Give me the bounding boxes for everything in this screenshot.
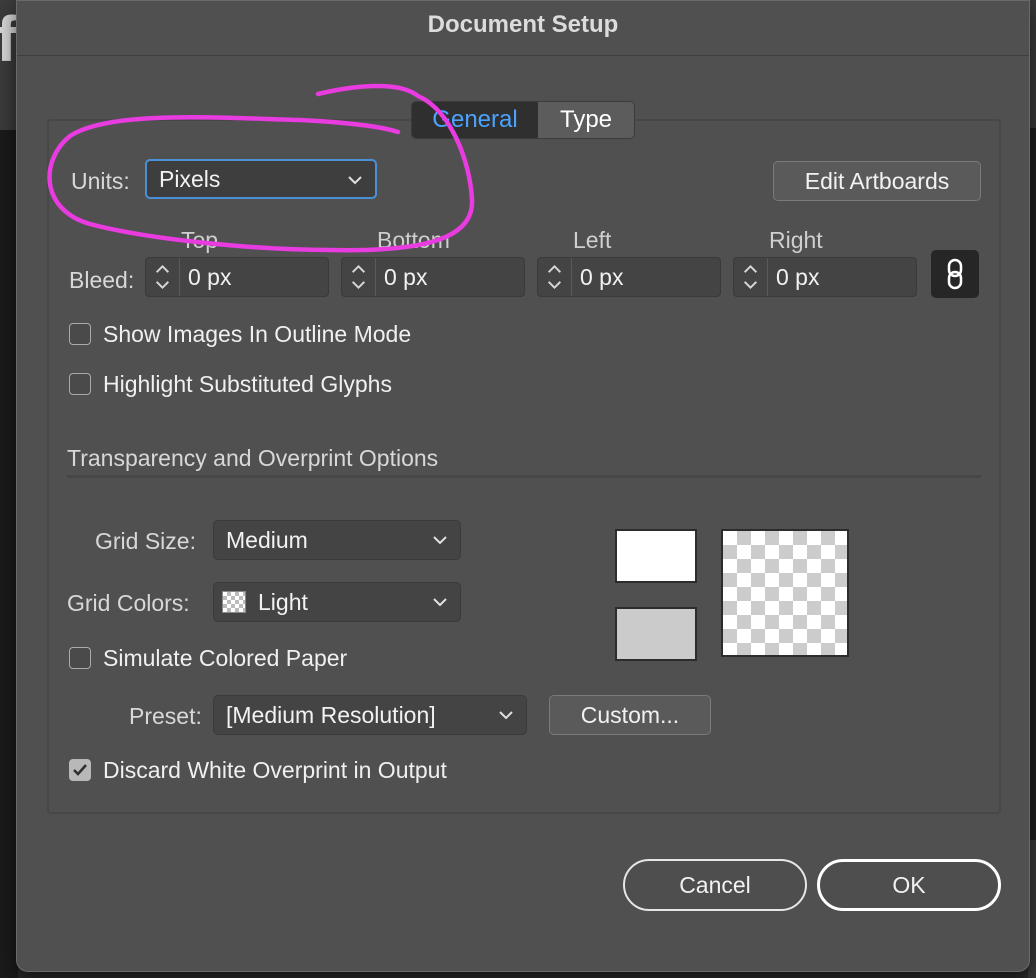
link-bleed-button[interactable] <box>931 250 979 298</box>
chevron-down-icon <box>433 598 447 607</box>
highlight-glyphs-label[interactable]: Highlight Substituted Glyphs <box>103 371 392 398</box>
bleed-top-heading: Top <box>181 227 219 253</box>
edit-artboards-button[interactable]: Edit Artboards <box>773 161 981 201</box>
discard-white-checkbox[interactable] <box>69 759 91 781</box>
custom-button[interactable]: Custom... <box>549 695 711 735</box>
chevron-down-icon <box>499 711 513 720</box>
bleed-top-field[interactable]: 0 px <box>145 257 329 297</box>
checkmark-icon <box>73 764 87 776</box>
preset-value: [Medium Resolution] <box>226 702 436 728</box>
ok-button[interactable]: OK <box>817 859 1001 911</box>
stepper-arrows-icon[interactable] <box>342 258 376 296</box>
background-app-glyph: f <box>0 3 18 75</box>
tab-bar: General Type <box>411 101 635 139</box>
bleed-top-value: 0 px <box>188 264 232 290</box>
stepper-arrows-icon[interactable] <box>734 258 768 296</box>
checker-swatch-icon <box>222 591 246 613</box>
units-label: Units: <box>71 168 130 194</box>
chevron-down-icon <box>433 536 447 545</box>
show-images-outline-checkbox[interactable] <box>69 323 91 345</box>
discard-white-label[interactable]: Discard White Overprint in Output <box>103 757 447 784</box>
title-separator <box>17 55 1029 56</box>
transparency-section-heading: Transparency and Overprint Options <box>67 445 439 471</box>
preset-select[interactable]: [Medium Resolution] <box>213 695 527 735</box>
preset-label: Preset: <box>129 703 202 729</box>
grid-color-swatch-dark[interactable] <box>615 607 697 661</box>
tab-general[interactable]: General <box>412 102 538 138</box>
document-setup-dialog: Document Setup General Type Units: Pixel… <box>16 0 1030 972</box>
chain-link-icon <box>947 258 963 290</box>
bleed-bottom-heading: Bottom <box>377 227 450 253</box>
bleed-bottom-field[interactable]: 0 px <box>341 257 525 297</box>
chevron-down-icon <box>348 176 362 185</box>
transparency-grid-preview <box>721 529 849 657</box>
simulate-paper-checkbox[interactable] <box>69 647 91 669</box>
bleed-label: Bleed: <box>69 267 135 293</box>
units-value: Pixels <box>159 166 221 192</box>
simulate-paper-label[interactable]: Simulate Colored Paper <box>103 645 347 672</box>
dialog-title: Document Setup <box>427 11 619 38</box>
stepper-arrows-icon[interactable] <box>538 258 572 296</box>
cancel-button[interactable]: Cancel <box>623 859 807 911</box>
grid-color-swatch-light[interactable] <box>615 529 697 583</box>
show-images-outline-label[interactable]: Show Images In Outline Mode <box>103 321 411 348</box>
bleed-bottom-value: 0 px <box>384 264 428 290</box>
grid-colors-label: Grid Colors: <box>67 590 190 616</box>
bleed-left-heading: Left <box>573 227 612 253</box>
grid-colors-value: Light <box>258 589 308 615</box>
stepper-arrows-icon[interactable] <box>146 258 180 296</box>
grid-colors-select[interactable]: Light <box>213 582 461 622</box>
grid-size-label: Grid Size: <box>95 528 196 554</box>
grid-size-select[interactable]: Medium <box>213 520 461 560</box>
section-divider <box>67 475 981 478</box>
bleed-right-value: 0 px <box>776 264 820 290</box>
bleed-left-value: 0 px <box>580 264 624 290</box>
bleed-right-heading: Right <box>769 227 823 253</box>
tab-type[interactable]: Type <box>538 102 634 138</box>
bleed-right-field[interactable]: 0 px <box>733 257 917 297</box>
highlight-glyphs-checkbox[interactable] <box>69 373 91 395</box>
bleed-left-field[interactable]: 0 px <box>537 257 721 297</box>
units-select[interactable]: Pixels <box>145 159 377 199</box>
grid-size-value: Medium <box>226 527 308 553</box>
